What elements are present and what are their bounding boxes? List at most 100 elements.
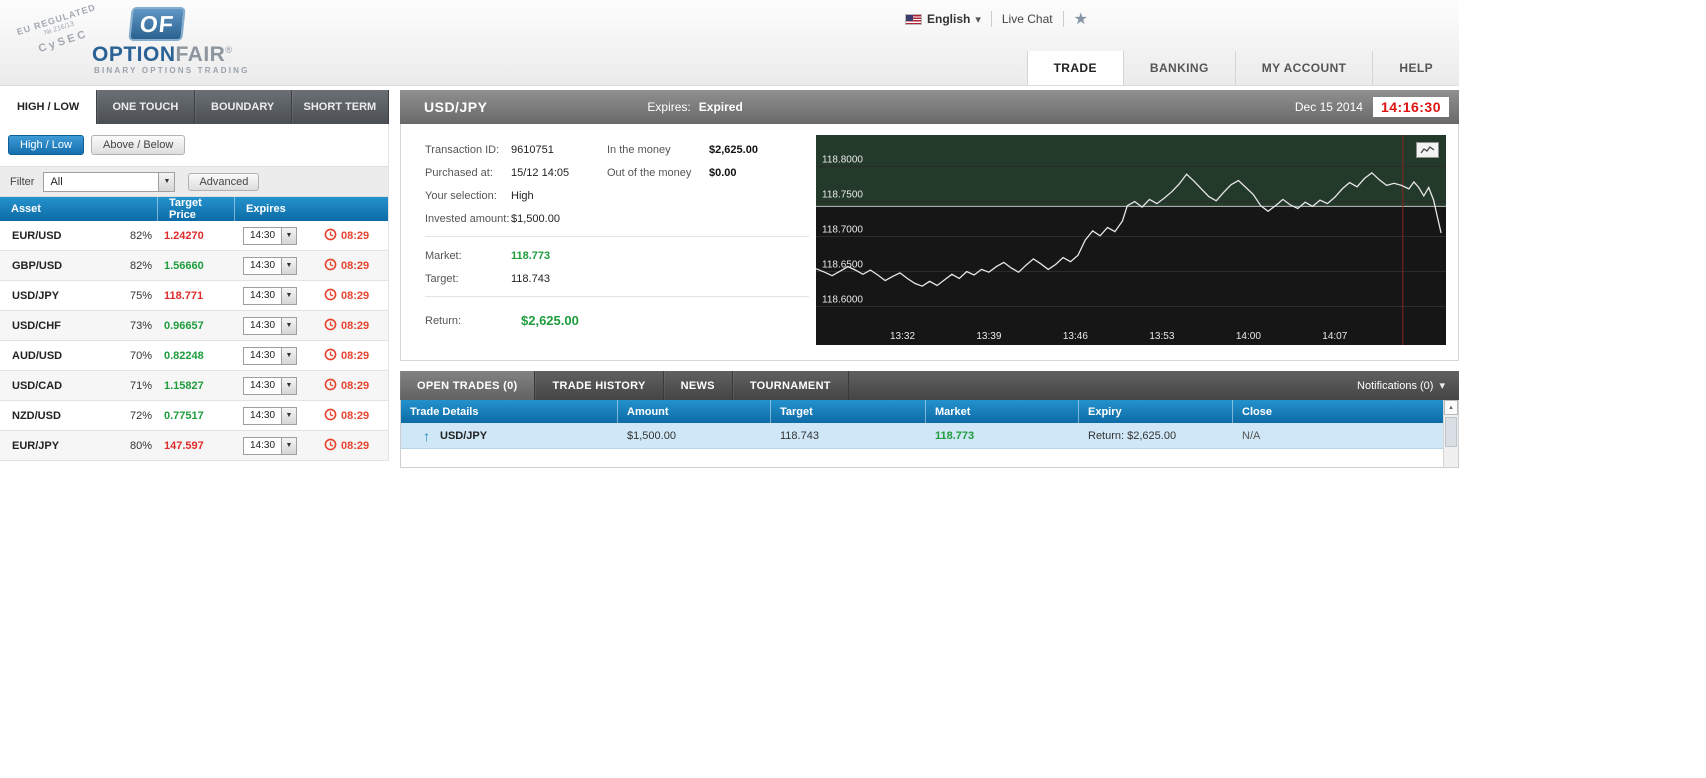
countdown-cell: 08:29 xyxy=(320,258,388,274)
expiry-select[interactable]: 14:30 xyxy=(243,436,297,455)
invested-amount-label: Invested amount: xyxy=(425,213,510,225)
asset-payout: 70% xyxy=(129,349,152,362)
nav-tab-help[interactable]: HELP xyxy=(1372,51,1459,85)
countdown-cell: 08:29 xyxy=(320,348,388,364)
asset-row-eur-jpy[interactable]: EUR/JPY 80% 147.597 14:30 08:29 xyxy=(0,431,388,461)
asset-row-nzd-usd[interactable]: NZD/USD 72% 0.77517 14:30 08:29 xyxy=(0,401,388,431)
trade-details-cell: ↑ USD/JPY xyxy=(401,428,618,444)
expiry-select-value: 14:30 xyxy=(250,380,276,391)
instrument-tab-short-term[interactable]: SHORT TERM xyxy=(292,90,389,124)
nav-tab-my-account[interactable]: MY ACCOUNT xyxy=(1234,51,1373,85)
asset-target-price: 118.771 xyxy=(164,289,204,302)
bottom-tab-tournament[interactable]: TOURNAMENT xyxy=(733,371,849,400)
expires-label: Expires: xyxy=(647,100,691,114)
in-money-label: In the money xyxy=(607,144,671,156)
expiry-select[interactable]: 14:30 xyxy=(243,316,297,335)
instrument-tabs: HIGH / LOW ONE TOUCH BOUNDARY SHORT TERM xyxy=(0,90,389,124)
expiry-select[interactable]: 14:30 xyxy=(243,346,297,365)
countdown-cell: 08:29 xyxy=(320,378,388,394)
asset-table-body: EUR/USD 82% 1.24270 14:30 08:29 GBP/USD 82% 1.5… xyxy=(0,221,388,461)
nav-tab-banking[interactable]: BANKING xyxy=(1122,51,1235,85)
favorites-star-icon[interactable] xyxy=(1074,9,1088,29)
expires-column-header: Expires xyxy=(246,203,286,215)
nav-tab-trade[interactable]: TRADE xyxy=(1026,51,1123,85)
mode-button-above-below[interactable]: Above / Below xyxy=(90,135,186,155)
countdown-cell: 08:29 xyxy=(320,408,388,424)
main-nav: TRADE BANKING MY ACCOUNT HELP xyxy=(1026,51,1459,85)
asset-row-eur-usd[interactable]: EUR/USD 82% 1.24270 14:30 08:29 xyxy=(0,221,388,251)
divider xyxy=(990,11,992,27)
expires-value: Expired xyxy=(698,100,743,114)
expiry-select[interactable]: 14:30 xyxy=(243,286,297,305)
expiry-select[interactable]: 14:30 xyxy=(243,256,297,275)
direction-up-icon: ↑ xyxy=(423,427,430,444)
asset-row-aud-usd[interactable]: AUD/USD 70% 0.82248 14:30 08:29 xyxy=(0,341,388,371)
asset-payout: 75% xyxy=(129,289,152,302)
chevron-down-icon xyxy=(281,287,296,304)
countdown-value: 08:29 xyxy=(341,409,370,422)
brand-name: OPTIONFAIR® xyxy=(92,43,233,67)
asset-sidebar: HIGH / LOW ONE TOUCH BOUNDARY SHORT TERM Hi… xyxy=(0,90,389,461)
countdown-value: 08:29 xyxy=(341,229,370,242)
chart-type-button[interactable] xyxy=(1416,142,1439,158)
trade-body: Transaction ID: 9610751 In the money $2,… xyxy=(400,124,1459,361)
asset-row-usd-jpy[interactable]: USD/JPY 75% 118.771 14:30 08:29 xyxy=(0,281,388,311)
out-money-value: $0.00 xyxy=(709,167,737,179)
advanced-button[interactable]: Advanced xyxy=(188,172,260,191)
expiry-select[interactable]: 14:30 xyxy=(243,376,297,395)
svg-text:14:00: 14:00 xyxy=(1236,331,1261,342)
asset-row-gbp-usd[interactable]: GBP/USD 82% 1.56660 14:30 08:29 xyxy=(0,251,388,281)
instrument-tab-boundary[interactable]: BOUNDARY xyxy=(195,90,292,124)
detail-line: Target: 118.743 xyxy=(425,273,809,285)
filter-row: Filter All Advanced xyxy=(0,166,388,197)
asset-sidebar-body: High / Low Above / Below Filter All Advan… xyxy=(0,124,389,461)
bottom-tab-news[interactable]: NEWS xyxy=(664,371,733,400)
scrollbar-thumb[interactable] xyxy=(1445,417,1457,447)
live-chat-link[interactable]: Live Chat xyxy=(1002,12,1053,26)
trade-details: Transaction ID: 9610751 In the money $2,… xyxy=(425,144,809,328)
trade-panel: USD/JPY Expires: Expired Dec 15 2014 14:… xyxy=(400,90,1459,361)
expiry-column-header: Expiry xyxy=(1079,400,1233,423)
asset-row-usd-chf[interactable]: USD/CHF 73% 0.96657 14:30 08:29 xyxy=(0,311,388,341)
return-line: Return: $2,625.00 xyxy=(425,313,809,328)
filter-select[interactable]: All xyxy=(43,171,176,192)
asset-row-usd-cad[interactable]: USD/CAD 71% 1.15827 14:30 08:29 xyxy=(0,371,388,401)
market-value: 118.773 xyxy=(511,250,551,262)
bottom-panel: OPEN TRADES (0) TRADE HISTORY NEWS TOURNAME… xyxy=(400,371,1459,468)
asset-name: USD/CAD xyxy=(12,379,63,392)
asset-column-header: Asset xyxy=(0,197,158,221)
bottom-tab-trade-history[interactable]: TRADE HISTORY xyxy=(535,371,664,400)
instrument-tab-high-low[interactable]: HIGH / LOW xyxy=(0,90,98,124)
chevron-down-icon xyxy=(281,377,296,394)
market-column-header: Market xyxy=(926,400,1079,423)
svg-text:118.7000: 118.7000 xyxy=(822,225,863,236)
instrument-tab-one-touch[interactable]: ONE TOUCH xyxy=(97,90,195,124)
expiry-select[interactable]: 14:30 xyxy=(243,226,297,245)
bottom-tab-open-trades-0[interactable]: OPEN TRADES (0) xyxy=(400,371,536,400)
chevron-down-icon xyxy=(158,172,175,191)
language-selector[interactable]: English xyxy=(905,12,981,26)
filter-label: Filter xyxy=(10,175,35,188)
transaction-id-label: Transaction ID: xyxy=(425,144,500,156)
vertical-scrollbar[interactable] xyxy=(1443,400,1458,467)
countdown-value: 08:29 xyxy=(341,439,370,452)
mode-button-high-low[interactable]: High / Low xyxy=(8,135,84,155)
countdown-clock-icon xyxy=(324,318,337,334)
price-chart-canvas: 118.8000 118.7500 118.7000 118.6500 118.6000… xyxy=(815,135,1446,345)
trade-row-usd-jpy[interactable]: ↑ USD/JPY $1,500.00 118.743 118.773 Return: $… xyxy=(401,423,1443,449)
of-logo-mark: OF xyxy=(128,7,186,41)
trade-market: 118.773 xyxy=(935,429,975,442)
brand-tagline: BINARY OPTIONS TRADING xyxy=(94,66,250,75)
asset-table-header: Asset Target Price Expires xyxy=(0,197,388,221)
filter-select-value: All xyxy=(50,175,63,188)
notifications-label: Notifications (0) xyxy=(1357,379,1434,392)
asset-target-price: 0.96657 xyxy=(164,319,204,332)
line-chart-icon xyxy=(1420,145,1435,153)
expiry-select[interactable]: 14:30 xyxy=(243,406,297,425)
trade-details-column-header: Trade Details xyxy=(401,400,618,423)
out-money-label: Out of the money xyxy=(607,167,692,179)
expires-group: Expires: Expired xyxy=(647,100,742,114)
price-chart: 118.8000 118.7500 118.7000 118.6500 118.6000… xyxy=(815,135,1446,345)
scroll-up-arrow-icon[interactable] xyxy=(1444,400,1458,415)
notifications-dropdown[interactable]: Notifications (0) xyxy=(1357,379,1445,392)
